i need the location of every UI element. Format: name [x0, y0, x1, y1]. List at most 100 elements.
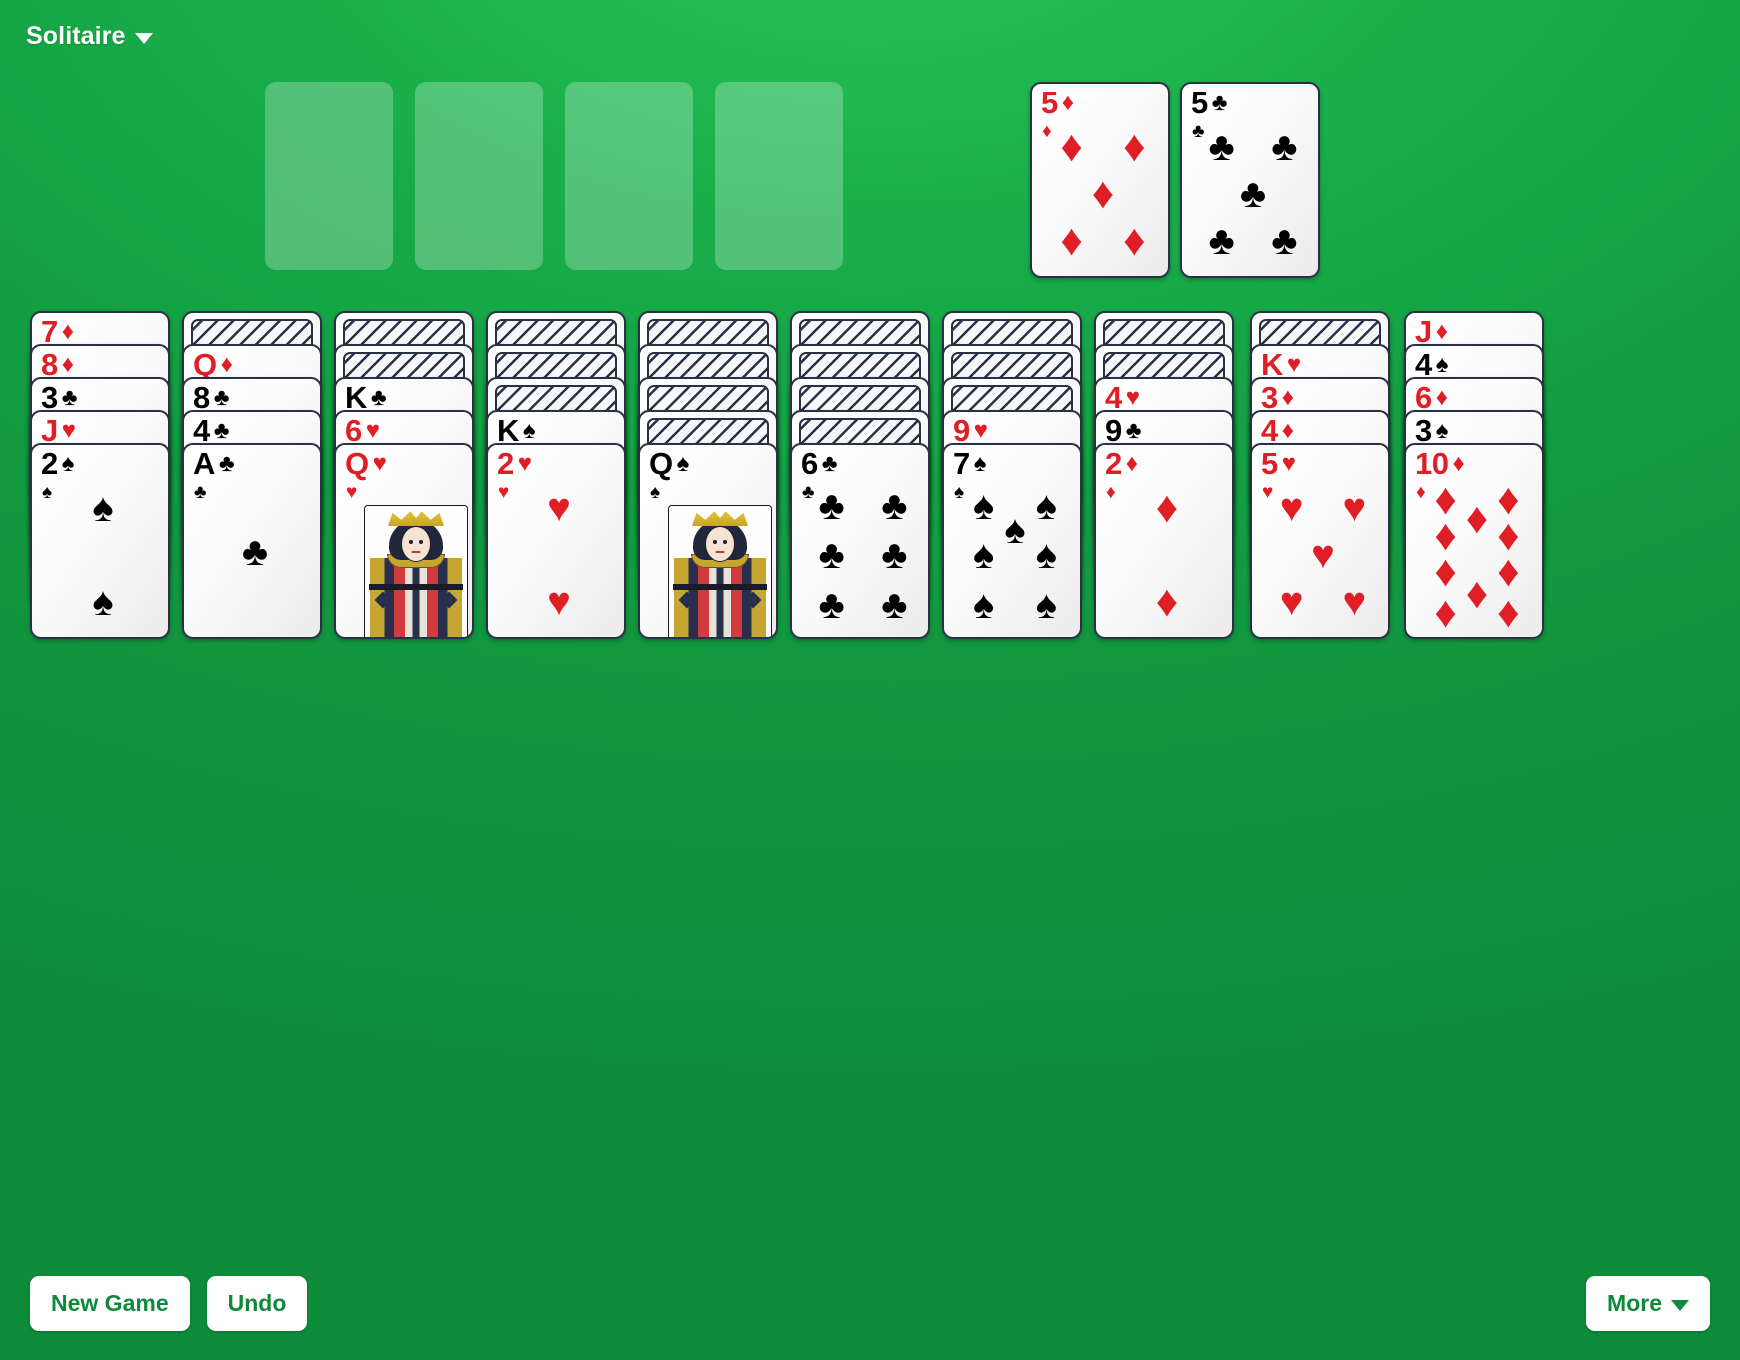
card-corner-index: A♣ [193, 448, 234, 479]
card-suit: ♠ [974, 452, 986, 476]
card-pip: ♥ [1280, 582, 1304, 622]
card-A-♣[interactable]: A♣♣♣ [182, 443, 322, 639]
card-suit: ♦ [1126, 452, 1138, 476]
card-suit: ♥ [1282, 452, 1296, 476]
card-rank: 2 [1105, 448, 1122, 479]
tableau-column-4[interactable]: K♠2♥ ♥♥♥ [486, 311, 626, 676]
card-pip-field: ♥♥ [510, 489, 608, 627]
card-pip: ♣ [881, 535, 907, 575]
card-rank: 3 [41, 382, 58, 413]
card-pip: ♦ [1156, 580, 1178, 624]
card-pip: ♦ [1497, 591, 1519, 635]
card-corner-index: 6♥ [345, 415, 380, 446]
card-5-♥[interactable]: 5♥♥♥♥♥♥♥ [1250, 443, 1390, 639]
card-rank: 8 [41, 349, 58, 380]
card-suit: ♥ [373, 452, 387, 476]
tableau-column-8[interactable]: 4♥9♣2♦♦♦♦ [1094, 311, 1234, 676]
tableau-column-2[interactable]: Q♦8♣4♣A♣♣♣ [182, 311, 322, 676]
card-pip: ♠ [92, 582, 113, 622]
card-pip: ♠ [1036, 585, 1057, 625]
card-suit: ♣ [371, 386, 386, 410]
card-suit: ♦ [1282, 386, 1294, 410]
card-pip-field: ♣ [206, 489, 304, 627]
card-rank: 2 [497, 448, 514, 479]
tableau-column-5[interactable]: Q♠♠ [638, 311, 778, 676]
card-pip: ♥ [1280, 488, 1304, 528]
card-suit: ♠ [1436, 353, 1448, 377]
chevron-down-icon [1671, 1300, 1689, 1311]
card-pip-field: ♥♥♥♥♥ [1274, 489, 1372, 627]
card-suit: ♥ [366, 419, 380, 443]
card-corner-suit: ♦ [1416, 483, 1426, 502]
card-corner-suit: ♠ [954, 483, 964, 502]
tableau-column-7[interactable]: 9♥7♠♠♠♠♠♠♠♠♠ [942, 311, 1082, 676]
card-corner-index: 2♠ [41, 448, 74, 479]
card-corner-index: 9♥ [953, 415, 988, 446]
bottom-right-toolbar: More [1586, 1276, 1710, 1331]
card-pip: ♠ [1004, 510, 1025, 550]
card-corner-index: 6♦ [1415, 382, 1448, 413]
card-corner-index: 5♥ [1261, 448, 1296, 479]
card-corner-index: K♠ [497, 415, 535, 446]
card-2-♦[interactable]: 2♦♦♦♦ [1094, 443, 1234, 639]
card-rank: 7 [41, 316, 58, 347]
card-rank: 4 [1415, 349, 1432, 380]
tableau-column-1[interactable]: 7♦8♦3♣J♥2♠♠♠♠ [30, 311, 170, 676]
card-suit: ♣ [822, 452, 837, 476]
tableau-column-6[interactable]: 6♣♣♣♣♣♣♣♣ [790, 311, 930, 676]
card-2-♥[interactable]: 2♥ ♥♥♥ [486, 443, 626, 639]
card-rank: K [345, 382, 367, 413]
card-corner-index: 7♠ [953, 448, 986, 479]
card-pip: ♠ [1036, 535, 1057, 575]
card-rank: Q [649, 448, 673, 479]
card-pip: ♦ [1497, 550, 1519, 594]
undo-button[interactable]: Undo [207, 1276, 308, 1331]
card-rank: 7 [953, 448, 970, 479]
card-rank: K [497, 415, 519, 446]
card-corner-suit: ♥ [346, 483, 357, 502]
card-pip-field: ♠♠ [54, 489, 152, 627]
card-rank: Q [345, 448, 369, 479]
court-card-art [364, 505, 468, 639]
card-corner-index: 2♥ [497, 448, 532, 479]
card-rank: 4 [1261, 415, 1278, 446]
tableau-column-9[interactable]: K♥3♦4♦5♥♥♥♥♥♥♥ [1250, 311, 1390, 676]
tableau: 7♦8♦3♣J♥2♠♠♠♠Q♦8♣4♣A♣♣♣K♣6♥Q♥♥K♠2♥♥♥♥Q♠♠… [0, 0, 1740, 800]
card-corner-index: Q♥ [345, 448, 386, 479]
card-6-♣[interactable]: 6♣♣♣♣♣♣♣♣ [790, 443, 930, 639]
more-button[interactable]: More [1586, 1276, 1710, 1331]
card-corner-suit: ♣ [194, 483, 206, 502]
card-corner-index: J♥ [41, 415, 76, 446]
tableau-column-3[interactable]: K♣6♥Q♥♥ [334, 311, 474, 676]
card-7-♠[interactable]: 7♠♠♠♠♠♠♠♠♠ [942, 443, 1082, 639]
card-pip: ♥ [1311, 535, 1335, 575]
card-10-♦[interactable]: 10♦♦♦♦♦♦♦♦♦♦♦♦ [1404, 443, 1544, 639]
card-rank: J [1415, 316, 1432, 347]
tableau-column-10[interactable]: J♦4♠6♦3♠10♦♦♦♦♦♦♦♦♦♦♦♦ [1404, 311, 1544, 676]
card-2-♠[interactable]: 2♠♠♠♠ [30, 443, 170, 639]
card-rank: 4 [1105, 382, 1122, 413]
card-rank: 2 [41, 448, 58, 479]
card-corner-index: 3♦ [1261, 382, 1294, 413]
card-pip: ♠ [973, 585, 994, 625]
card-pip: ♠ [973, 535, 994, 575]
card-suit: ♣ [219, 452, 234, 476]
card-pip: ♥ [1342, 582, 1366, 622]
card-suit: ♠ [62, 452, 74, 476]
card-Q-♥[interactable]: Q♥♥ [334, 443, 474, 639]
card-pip: ♦ [1434, 591, 1456, 635]
card-corner-suit: ♠ [42, 483, 52, 502]
card-rank: 4 [193, 415, 210, 446]
new-game-button[interactable]: New Game [30, 1276, 190, 1331]
card-corner-index: K♣ [345, 382, 386, 413]
card-suit: ♣ [1126, 419, 1141, 443]
card-suit: ♥ [974, 419, 988, 443]
card-pip: ♦ [1156, 486, 1178, 530]
card-corner-index: 4♦ [1261, 415, 1294, 446]
card-corner-suit: ♠ [650, 483, 660, 502]
card-corner-suit: ♥ [498, 483, 509, 502]
card-rank: 6 [345, 415, 362, 446]
card-suit: ♣ [214, 419, 229, 443]
card-Q-♠[interactable]: Q♠♠ [638, 443, 778, 639]
card-pip: ♣ [819, 535, 845, 575]
